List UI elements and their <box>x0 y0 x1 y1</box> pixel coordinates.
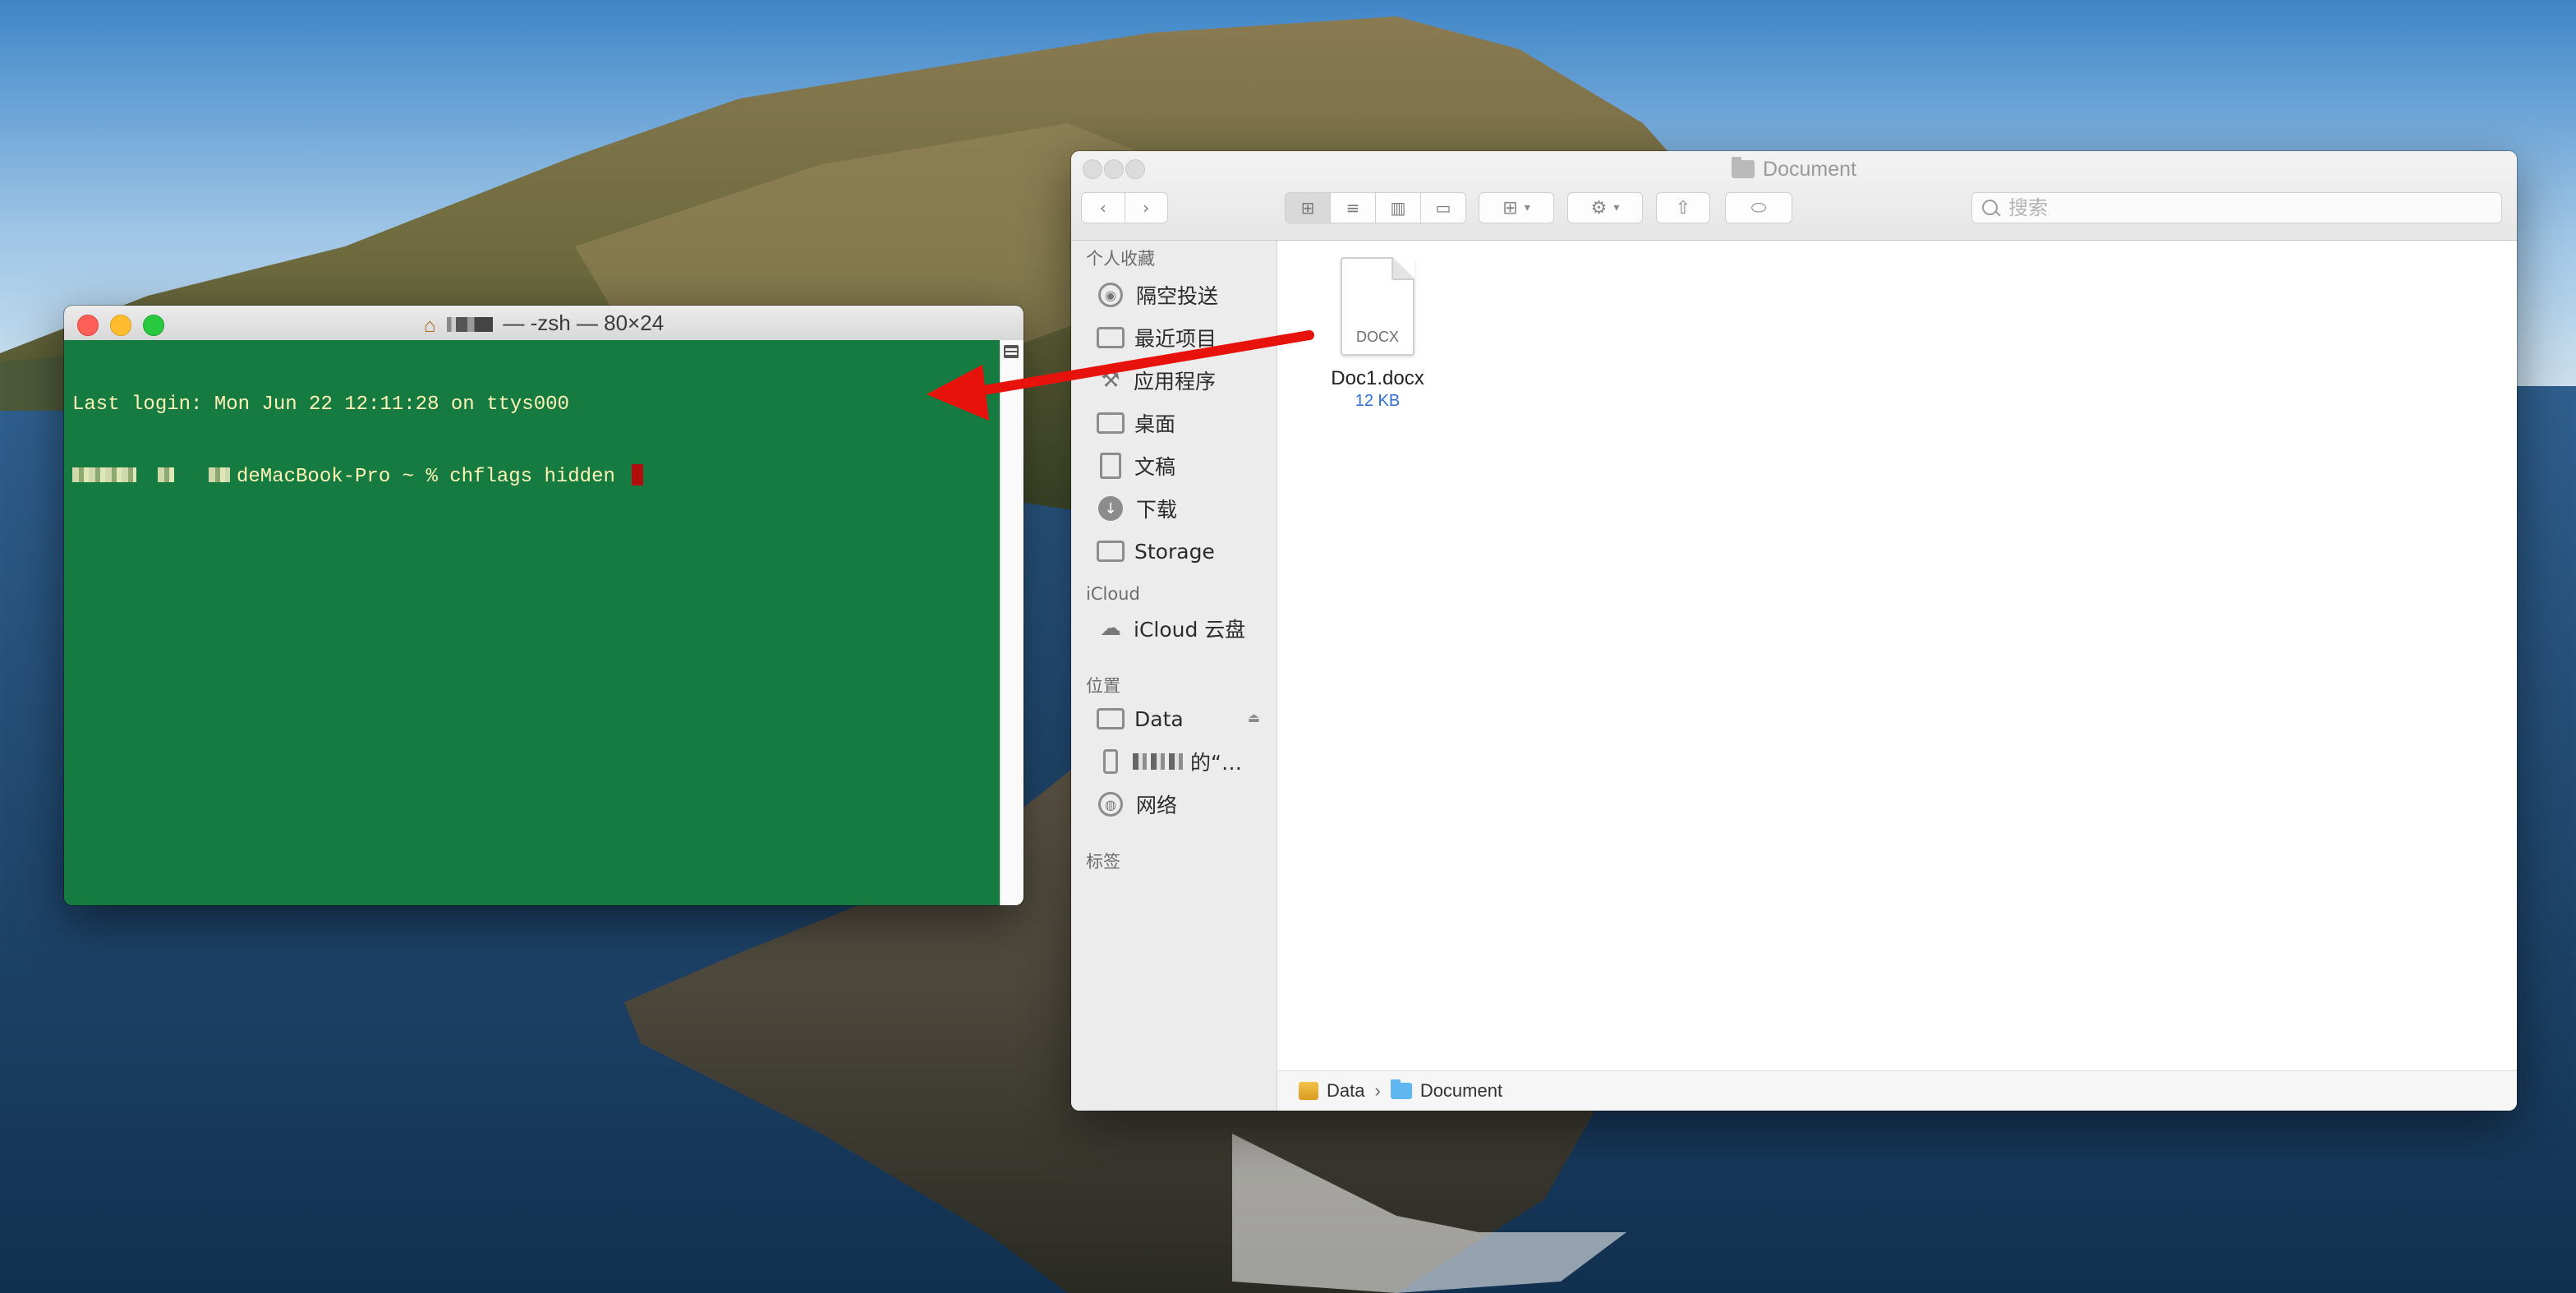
sidebar-item-network[interactable]: ◍ 网络 <box>1096 788 1272 821</box>
redacted-username <box>447 317 494 332</box>
iphone-icon <box>1103 749 1118 774</box>
marks-icon[interactable] <box>1004 345 1019 358</box>
list-view-button[interactable]: ≡ <box>1331 193 1376 223</box>
home-icon: ⌂ <box>423 315 436 337</box>
sidebar-header-locations: 位置 <box>1086 676 1120 696</box>
chevron-left-icon: ‹ <box>1099 198 1106 218</box>
chevron-right-icon: › <box>1143 198 1150 218</box>
terminal-window[interactable]: ⌂ — -zsh — 80×24 Last login: Mon Jun 22 1… <box>64 306 1024 905</box>
sidebar-item-downloads[interactable]: ↓ 下载 <box>1096 492 1272 525</box>
recents-icon <box>1097 327 1125 348</box>
sidebar-item-storage[interactable]: Storage <box>1096 535 1272 568</box>
terminal-title: ⌂ — -zsh — 80×24 <box>64 306 1024 340</box>
sidebar-header-icloud: iCloud <box>1086 584 1140 604</box>
group-by-button[interactable]: ⊞ ▾ <box>1479 192 1554 223</box>
file-item[interactable]: DOCX Doc1.docx 12 KB <box>1317 257 1438 411</box>
redacted-device-name <box>1133 753 1185 770</box>
sidebar-item-documents[interactable]: 文稿 <box>1096 449 1272 482</box>
chevron-down-icon: ▾ <box>1613 201 1620 214</box>
sidebar-item-recents[interactable]: 最近项目 <box>1096 321 1272 354</box>
window-title: Document <box>1071 154 2517 184</box>
document-icon: DOCX <box>1341 257 1414 356</box>
folder-icon <box>1732 157 1755 178</box>
sidebar-header-tags: 标签 <box>1086 852 1120 872</box>
redacted-user <box>209 467 230 482</box>
folder-icon <box>1097 541 1125 562</box>
share-icon: ⇧ <box>1675 197 1691 219</box>
eject-icon[interactable]: ⏏ <box>1248 710 1260 725</box>
file-browser-content[interactable]: DOCX Doc1.docx 12 KB <box>1277 241 2517 1071</box>
gallery-icon: ▭ <box>1435 198 1451 218</box>
path-item-document[interactable]: Document <box>1420 1080 1502 1102</box>
icon-view-button[interactable]: ⊞ <box>1286 193 1331 223</box>
view-mode-control: ⊞ ≡ ▥ ▭ <box>1285 192 1466 223</box>
airdrop-icon: ◉ <box>1098 283 1123 307</box>
search-input[interactable]: 搜索 <box>1971 192 2502 223</box>
sidebar-item-iphone[interactable]: 的“… <box>1096 745 1272 778</box>
finder-window[interactable]: Document ‹ › ⊞ ≡ ▥ ▭ ⊞▾ ⚙▾ ⇧ ⬭ 搜索 个人收藏 <box>1071 151 2517 1111</box>
sidebar-item-airdrop[interactable]: ◉ 隔空投送 <box>1096 278 1272 311</box>
network-icon: ◍ <box>1098 792 1123 817</box>
column-view-button[interactable]: ▥ <box>1376 193 1421 223</box>
path-bar: Data › Document <box>1277 1070 2517 1111</box>
path-item-data[interactable]: Data <box>1327 1080 1364 1102</box>
disk-icon <box>1299 1082 1318 1100</box>
back-button[interactable]: ‹ <box>1082 193 1125 223</box>
forward-button[interactable]: › <box>1125 193 1168 223</box>
list-icon: ≡ <box>1346 198 1360 218</box>
gear-icon: ⚙ <box>1590 197 1608 219</box>
text-cursor <box>632 464 644 485</box>
prompt-command: deMacBook-Pro ~ % chflags hidden <box>237 466 628 488</box>
chevron-down-icon: ▾ <box>1524 201 1530 214</box>
sidebar-item-applications[interactable]: ⚒ 应用程序 <box>1096 364 1272 397</box>
sidebar-item-icloud-drive[interactable]: ☁ iCloud 云盘 <box>1096 612 1272 645</box>
tag-button[interactable]: ⬭ <box>1725 192 1792 223</box>
sidebar-item-desktop[interactable]: 桌面 <box>1096 407 1272 439</box>
cloud-icon: ☁ <box>1100 616 1121 641</box>
nav-buttons: ‹ › <box>1081 192 1168 223</box>
terminal-prompt-line: deMacBook-Pro ~ % chflags hidden <box>72 464 992 488</box>
share-button[interactable]: ⇧ <box>1656 192 1710 223</box>
redacted-user <box>72 467 136 482</box>
sidebar-header-favorites: 个人收藏 <box>1086 249 1155 269</box>
tag-icon: ⬭ <box>1750 197 1767 219</box>
terminal-titlebar[interactable]: ⌂ — -zsh — 80×24 <box>64 306 1024 341</box>
sidebar-item-data[interactable]: Data ⏏ <box>1096 702 1272 735</box>
file-size: 12 KB <box>1355 392 1401 410</box>
columns-icon: ▥ <box>1390 198 1406 218</box>
applications-icon: ⚒ <box>1101 368 1120 393</box>
terminal-output[interactable]: Last login: Mon Jun 22 12:11:28 on ttys0… <box>64 340 1000 905</box>
redacted-user <box>158 467 174 482</box>
file-name: Doc1.docx <box>1331 367 1424 389</box>
gallery-view-button[interactable]: ▭ <box>1421 193 1465 223</box>
downloads-icon: ↓ <box>1098 496 1123 521</box>
file-extension-label: DOCX <box>1355 329 1399 345</box>
disk-icon <box>1097 708 1125 729</box>
documents-icon <box>1100 453 1121 479</box>
finder-toolbar: Document ‹ › ⊞ ≡ ▥ ▭ ⊞ ▾ ⚙ ▾ ⇧ ⬭ 搜索 <box>1071 151 2517 241</box>
grid-icon: ⊞ <box>1502 197 1518 219</box>
desktop-icon <box>1097 412 1125 434</box>
search-icon <box>1982 200 1998 215</box>
action-button[interactable]: ⚙ ▾ <box>1567 192 1643 223</box>
terminal-line: Last login: Mon Jun 22 12:11:28 on ttys0… <box>72 393 569 416</box>
chevron-right-icon: › <box>1374 1080 1381 1101</box>
sidebar: 个人收藏 ◉ 隔空投送 最近项目 ⚒ 应用程序 桌面 文稿 ↓ 下载 Storage … <box>1071 241 1277 1111</box>
folder-icon <box>1390 1079 1412 1099</box>
terminal-scrollbar[interactable] <box>1000 340 1024 905</box>
grid-icon: ⊞ <box>1300 198 1315 218</box>
